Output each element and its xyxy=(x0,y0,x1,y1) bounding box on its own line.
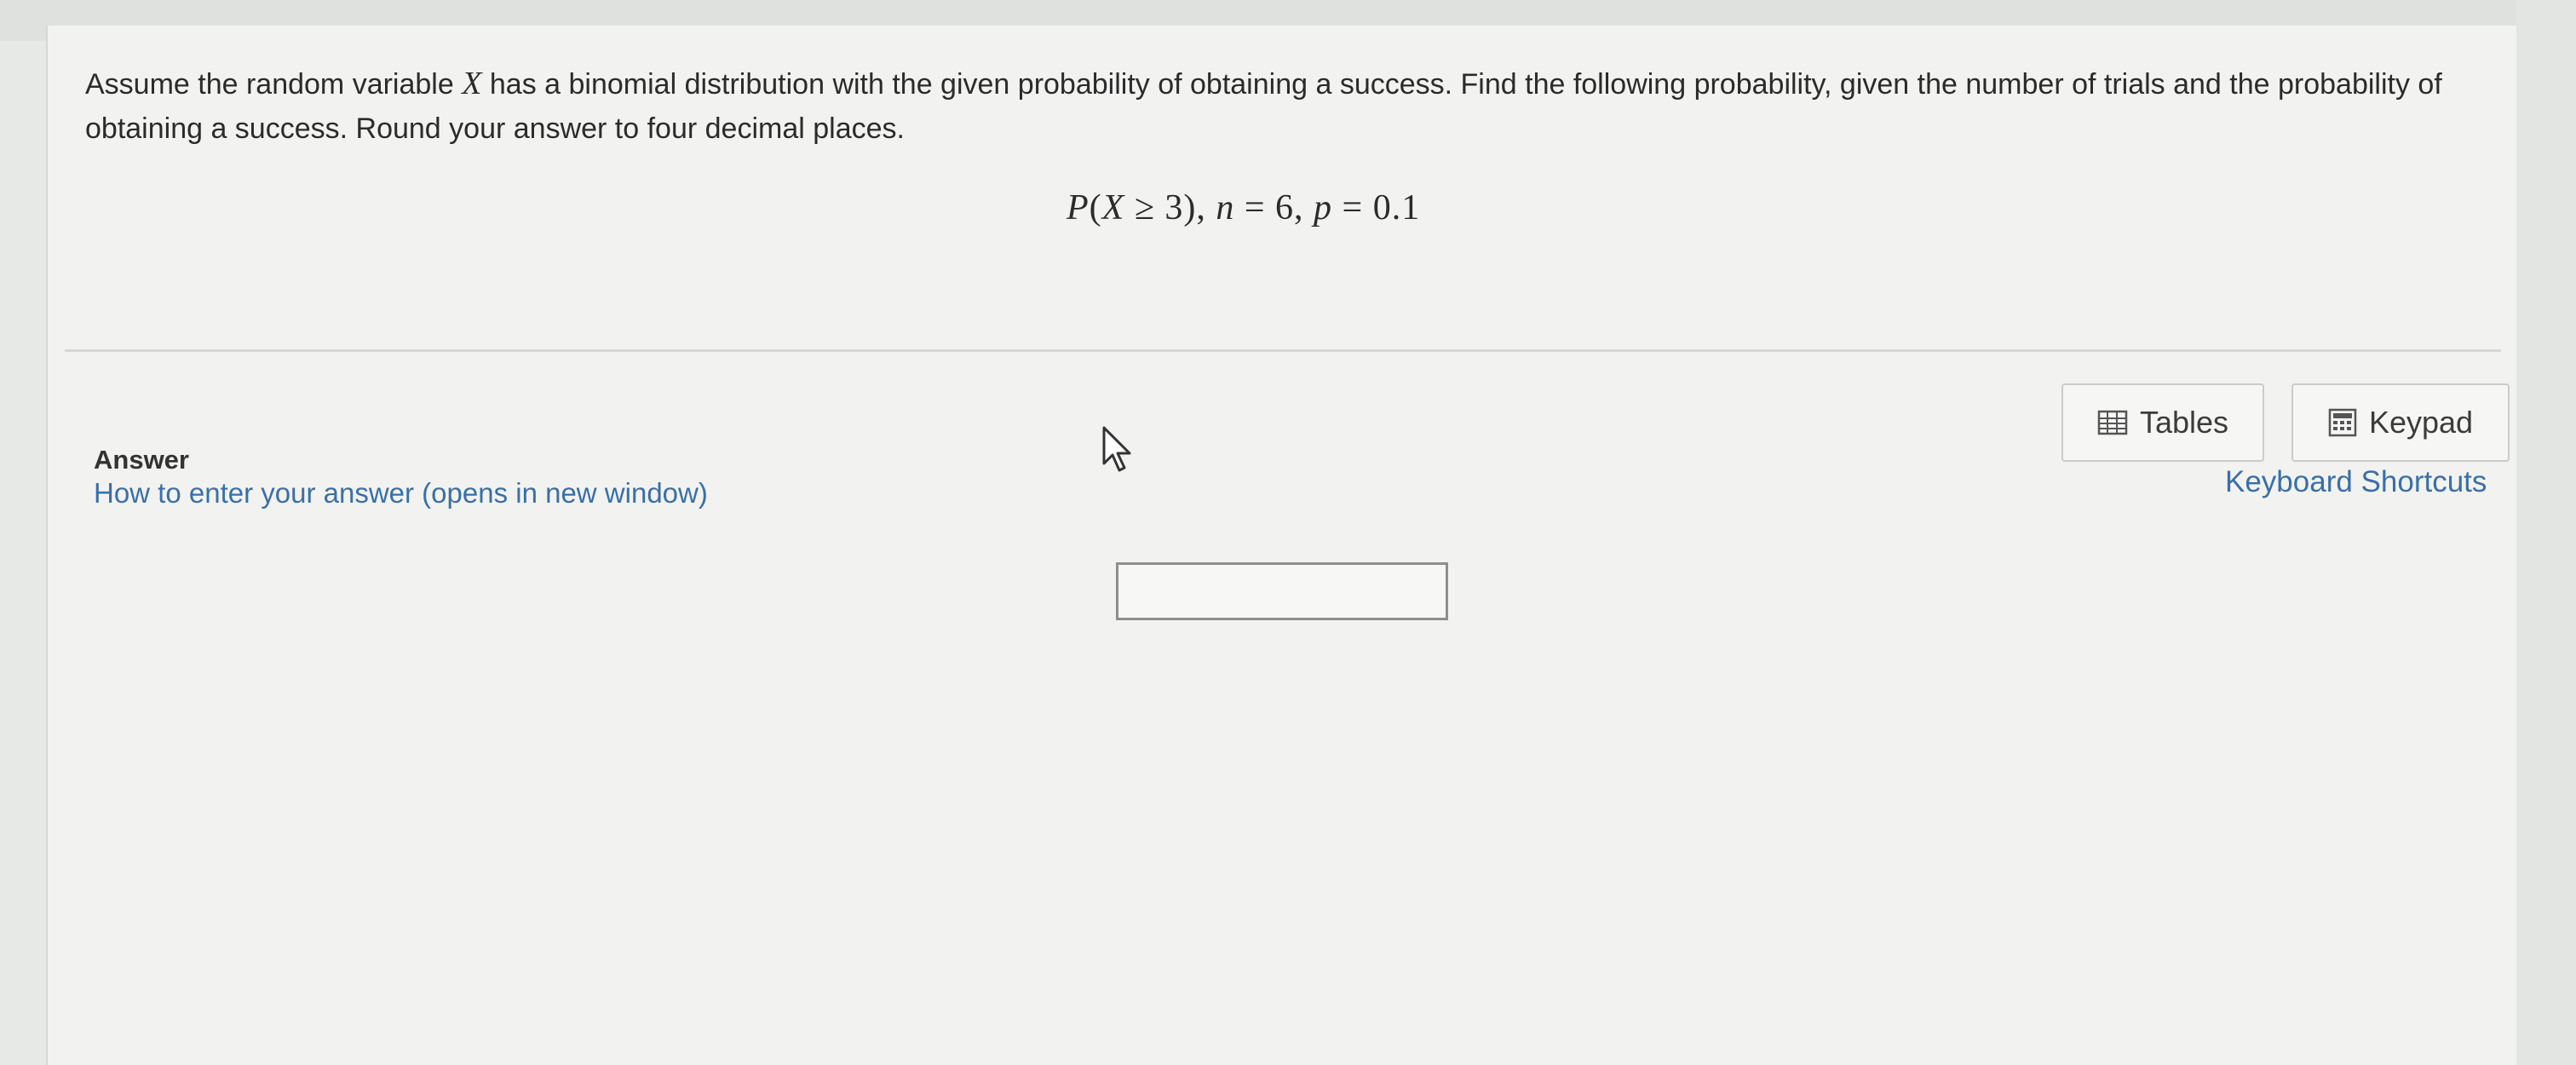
math-rel: ≥ 3), xyxy=(1124,188,1216,227)
probability-expression: P(X ≥ 3), n = 6, p = 0.1 xyxy=(1067,187,1420,228)
page-right-margin xyxy=(2516,0,2576,1065)
math-p-value: = 0.1 xyxy=(1332,188,1421,227)
question-area: Assume the random variable X has a binom… xyxy=(48,26,2518,349)
question-panel: Assume the random variable X has a binom… xyxy=(46,26,2516,1065)
table-grid-icon xyxy=(2097,410,2128,435)
math-x: X xyxy=(1101,188,1125,227)
math-n: n xyxy=(1216,188,1235,227)
calculator-icon xyxy=(2328,408,2357,437)
answer-input[interactable] xyxy=(1116,562,1448,620)
answer-label: Answer xyxy=(94,445,189,475)
question-text: Assume the random variable X has a binom… xyxy=(85,61,2521,151)
keypad-button-label: Keypad xyxy=(2368,405,2474,440)
math-p-var: p xyxy=(1314,188,1333,227)
tables-button[interactable]: Tables xyxy=(2061,383,2264,462)
mouse-pointer-icon xyxy=(1101,424,1136,475)
question-variable: X xyxy=(462,66,482,101)
math-n-value: = 6, xyxy=(1234,188,1314,227)
section-divider xyxy=(65,349,2501,352)
keypad-button[interactable]: Keypad xyxy=(2291,383,2510,462)
math-open: ( xyxy=(1089,188,1102,227)
how-to-enter-answer-link[interactable]: How to enter your answer (opens in new w… xyxy=(94,477,708,509)
tables-button-label: Tables xyxy=(2139,405,2229,440)
question-text-start: Assume the random variable xyxy=(85,68,463,101)
keyboard-shortcuts-link[interactable]: Keyboard Shortcuts xyxy=(2225,465,2487,499)
math-p: P xyxy=(1067,188,1090,227)
